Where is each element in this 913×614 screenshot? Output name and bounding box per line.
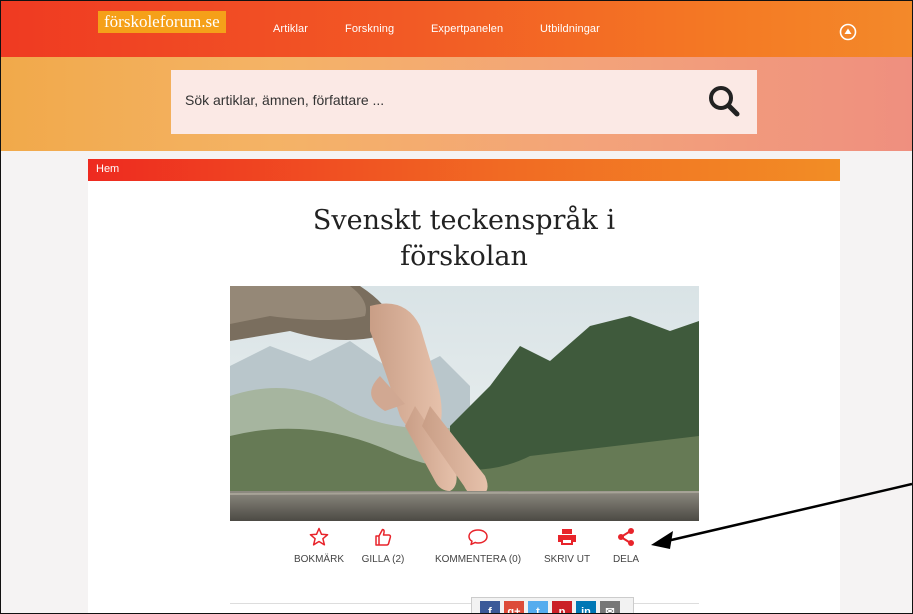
browser-viewport: förskoleforum.se Artiklar Forskning Expe…	[0, 0, 913, 614]
annotation-arrow	[651, 482, 912, 549]
